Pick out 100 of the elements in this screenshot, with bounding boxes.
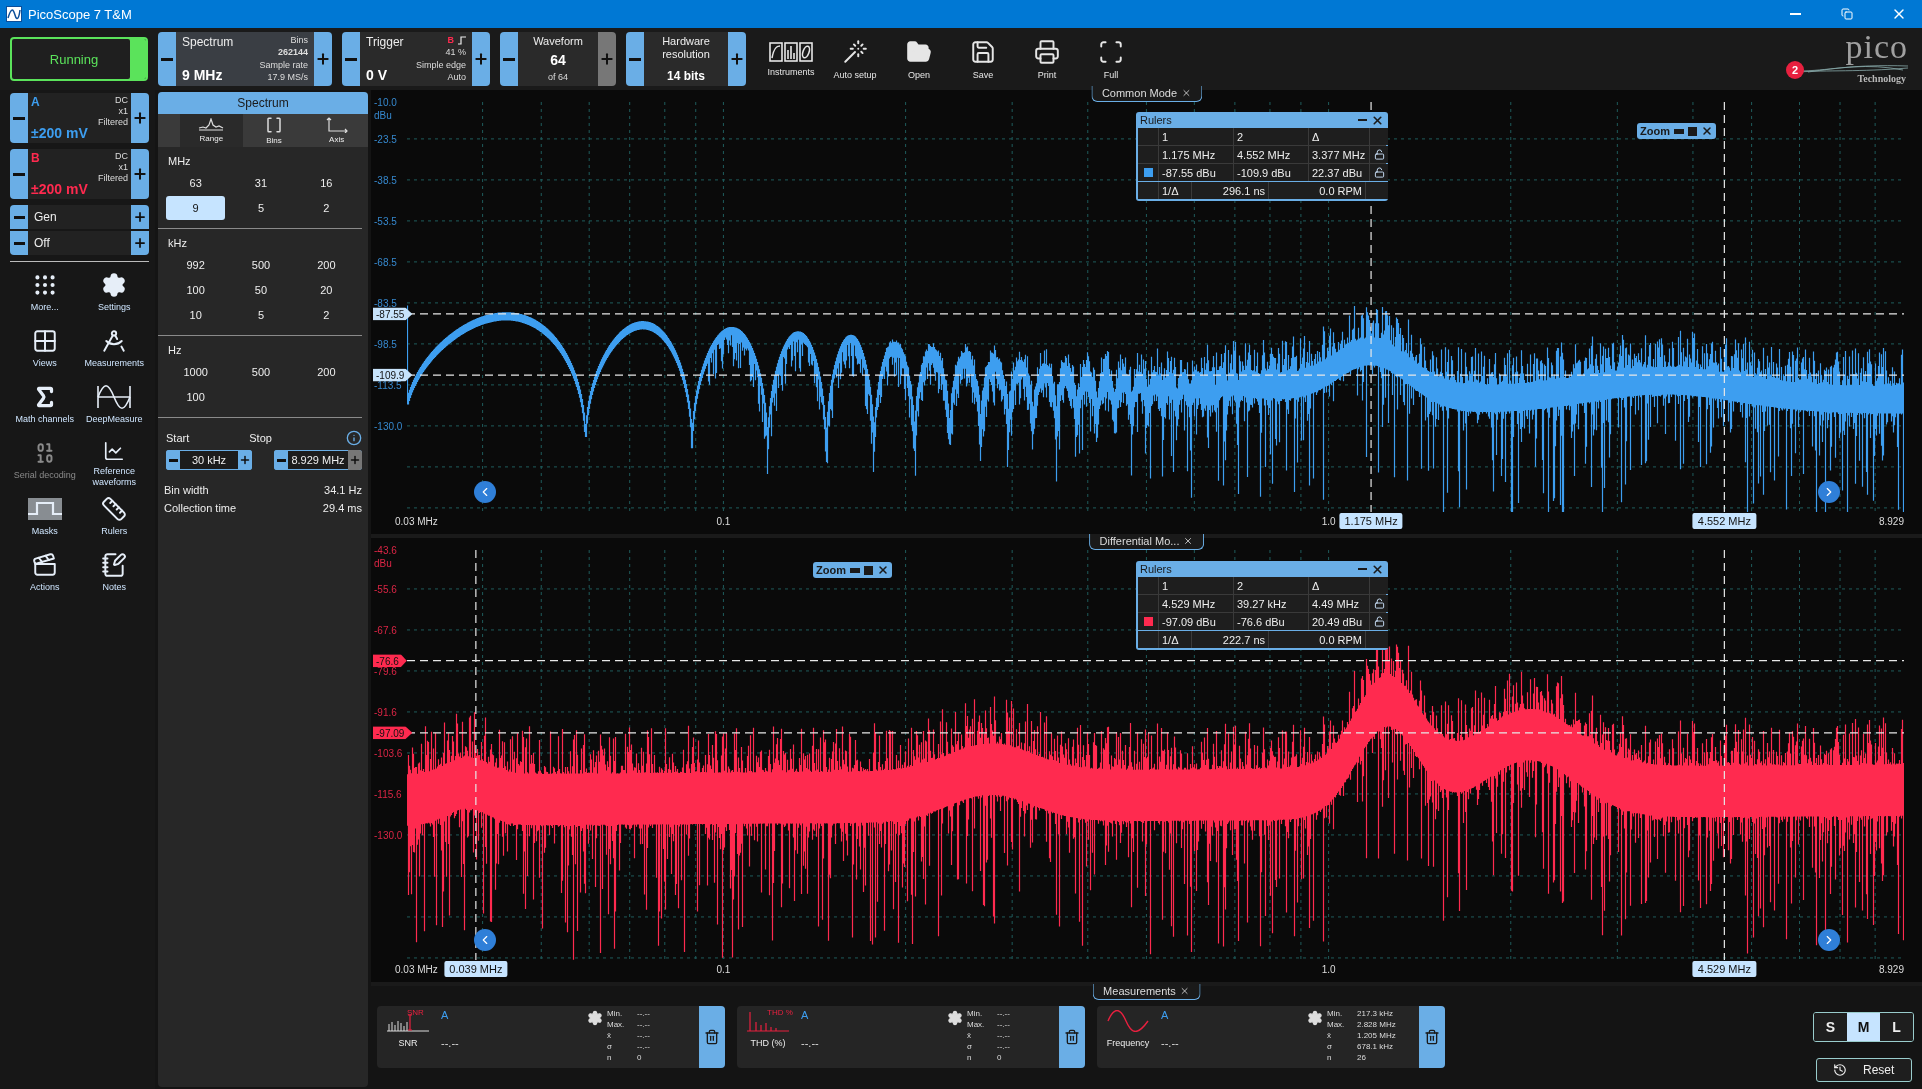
increase-button[interactable]	[131, 93, 149, 143]
range-option[interactable]: 5	[231, 196, 291, 220]
range-option[interactable]: 200	[296, 253, 356, 277]
ruler-value-marker[interactable]: -87.55	[373, 307, 413, 321]
close-icon[interactable]	[1179, 986, 1190, 996]
range-option[interactable]: 16	[296, 171, 356, 195]
maximize-icon[interactable]	[1687, 126, 1697, 136]
decrease-button[interactable]	[626, 32, 644, 86]
decrease-button[interactable]	[166, 450, 180, 470]
scroll-left-button[interactable]	[473, 480, 496, 503]
range-option[interactable]: 50	[231, 278, 291, 302]
decrease-button[interactable]	[10, 149, 28, 199]
scroll-right-button[interactable]	[1818, 480, 1841, 503]
sidebar-tool[interactable]: More...	[10, 272, 80, 320]
scroll-left-button[interactable]	[473, 928, 496, 951]
toolbar-button[interactable]: Auto setup	[824, 32, 886, 86]
close-icon[interactable]	[1371, 113, 1384, 127]
sidebar-tool[interactable]: Masks	[10, 496, 80, 544]
sidebar-tool[interactable]: Reference waveforms	[79, 440, 149, 488]
range-option[interactable]: 2	[296, 303, 356, 327]
measurements-tab[interactable]: Measurements	[1092, 984, 1201, 1000]
ruler-position-marker[interactable]: 1.175 MHz	[1339, 513, 1403, 529]
ruler-position-marker[interactable]: 4.529 MHz	[1692, 961, 1756, 977]
chart-tab[interactable]: Common Mode	[1090, 86, 1203, 102]
decrease-button[interactable]	[500, 32, 518, 86]
range-option[interactable]: 63	[166, 171, 226, 195]
frequency-field[interactable]: 30 kHz	[180, 451, 238, 469]
increase-button[interactable]	[131, 231, 149, 255]
ruler-value-marker[interactable]: -109.9	[373, 368, 413, 382]
sidebar-tool[interactable]: Notes	[79, 552, 149, 600]
toolbar-button[interactable]: Open	[888, 32, 950, 86]
range-option[interactable]: 1000	[166, 360, 226, 384]
delete-button[interactable]	[1059, 1006, 1085, 1068]
range-option[interactable]: 200	[296, 360, 356, 384]
range-option[interactable]: 2	[296, 196, 356, 220]
size-toggle[interactable]: S	[1814, 1013, 1847, 1041]
sidebar-tool[interactable]: Math channels	[10, 384, 80, 432]
ruler-line[interactable]	[1370, 102, 1372, 512]
toolbar-button[interactable]: Save	[952, 32, 1014, 86]
sidebar-tool[interactable]: Measurements	[79, 328, 149, 376]
range-option[interactable]: 992	[166, 253, 226, 277]
ruler-line[interactable]	[1723, 102, 1725, 512]
ruler-line[interactable]	[475, 550, 477, 960]
run-button[interactable]: Running	[10, 37, 148, 81]
ruler-position-marker[interactable]: 0.039 MHz	[444, 961, 508, 977]
maximize-icon[interactable]	[863, 565, 873, 575]
range-option[interactable]: 31	[231, 171, 291, 195]
settings-icon[interactable]	[1307, 1010, 1323, 1026]
increase-button[interactable]	[238, 450, 252, 470]
sidebar-tool[interactable]: Rulers	[79, 496, 149, 544]
decrease-button[interactable]	[10, 205, 28, 229]
reset-button[interactable]: Reset	[1815, 1058, 1912, 1082]
decrease-button[interactable]	[158, 32, 176, 86]
range-option[interactable]: 500	[231, 360, 291, 384]
frequency-field[interactable]: 8.929 MHz	[288, 451, 348, 469]
info-icon[interactable]	[346, 430, 362, 446]
ruler-line[interactable]	[1723, 550, 1725, 960]
delete-button[interactable]	[1419, 1006, 1445, 1068]
ruler-line[interactable]	[407, 660, 1904, 662]
range-option[interactable]: 5	[231, 303, 291, 327]
chart-tab[interactable]: Differential Mo...	[1088, 534, 1205, 550]
sidebar-tool[interactable]: Views	[10, 328, 80, 376]
panel-tab[interactable]: Range	[180, 114, 243, 147]
size-toggle[interactable]: M	[1847, 1013, 1880, 1041]
close-icon[interactable]	[1371, 562, 1384, 576]
minimize-icon[interactable]	[849, 567, 860, 573]
sidebar-tool[interactable]: Settings	[79, 272, 149, 320]
ruler-value-marker[interactable]: -97.09	[373, 726, 413, 740]
close-icon[interactable]	[876, 564, 889, 576]
decrease-button[interactable]	[10, 93, 28, 143]
frequency-stepper[interactable]: 30 kHz	[166, 450, 252, 470]
minimize-icon[interactable]	[1673, 128, 1684, 134]
range-option[interactable]: 100	[166, 385, 226, 409]
toolbar-button[interactable]: Instruments	[760, 32, 822, 86]
toolbar-button[interactable]: Print	[1016, 32, 1078, 86]
close-icon[interactable]	[1700, 125, 1713, 137]
toolbar-button[interactable]: Full	[1080, 32, 1142, 86]
increase-button[interactable]	[131, 205, 149, 229]
settings-icon[interactable]	[587, 1010, 603, 1026]
close-icon[interactable]	[1183, 536, 1194, 546]
range-option[interactable]: 500	[231, 253, 291, 277]
sidebar-tool[interactable]: Actions	[10, 552, 80, 600]
frequency-stepper[interactable]: 8.929 MHz	[274, 450, 362, 470]
close-icon[interactable]	[1181, 88, 1192, 98]
increase-button[interactable]	[472, 32, 490, 86]
ruler-value-marker[interactable]: -76.6	[373, 654, 407, 668]
decrease-button[interactable]	[274, 450, 288, 470]
range-option[interactable]: 9	[166, 196, 226, 220]
decrease-button[interactable]	[10, 231, 28, 255]
range-option[interactable]: 100	[166, 278, 226, 302]
increase-button[interactable]	[728, 32, 746, 86]
sidebar-tool[interactable]: DeepMeasure	[79, 384, 149, 432]
delete-button[interactable]	[699, 1006, 725, 1068]
range-option[interactable]: 20	[296, 278, 356, 302]
increase-button[interactable]	[131, 149, 149, 199]
notification-badge[interactable]: 2	[1786, 61, 1804, 79]
ruler-position-marker[interactable]: 4.552 MHz	[1692, 513, 1756, 529]
settings-icon[interactable]	[947, 1010, 963, 1026]
increase-button[interactable]	[314, 32, 332, 86]
range-option[interactable]: 10	[166, 303, 226, 327]
